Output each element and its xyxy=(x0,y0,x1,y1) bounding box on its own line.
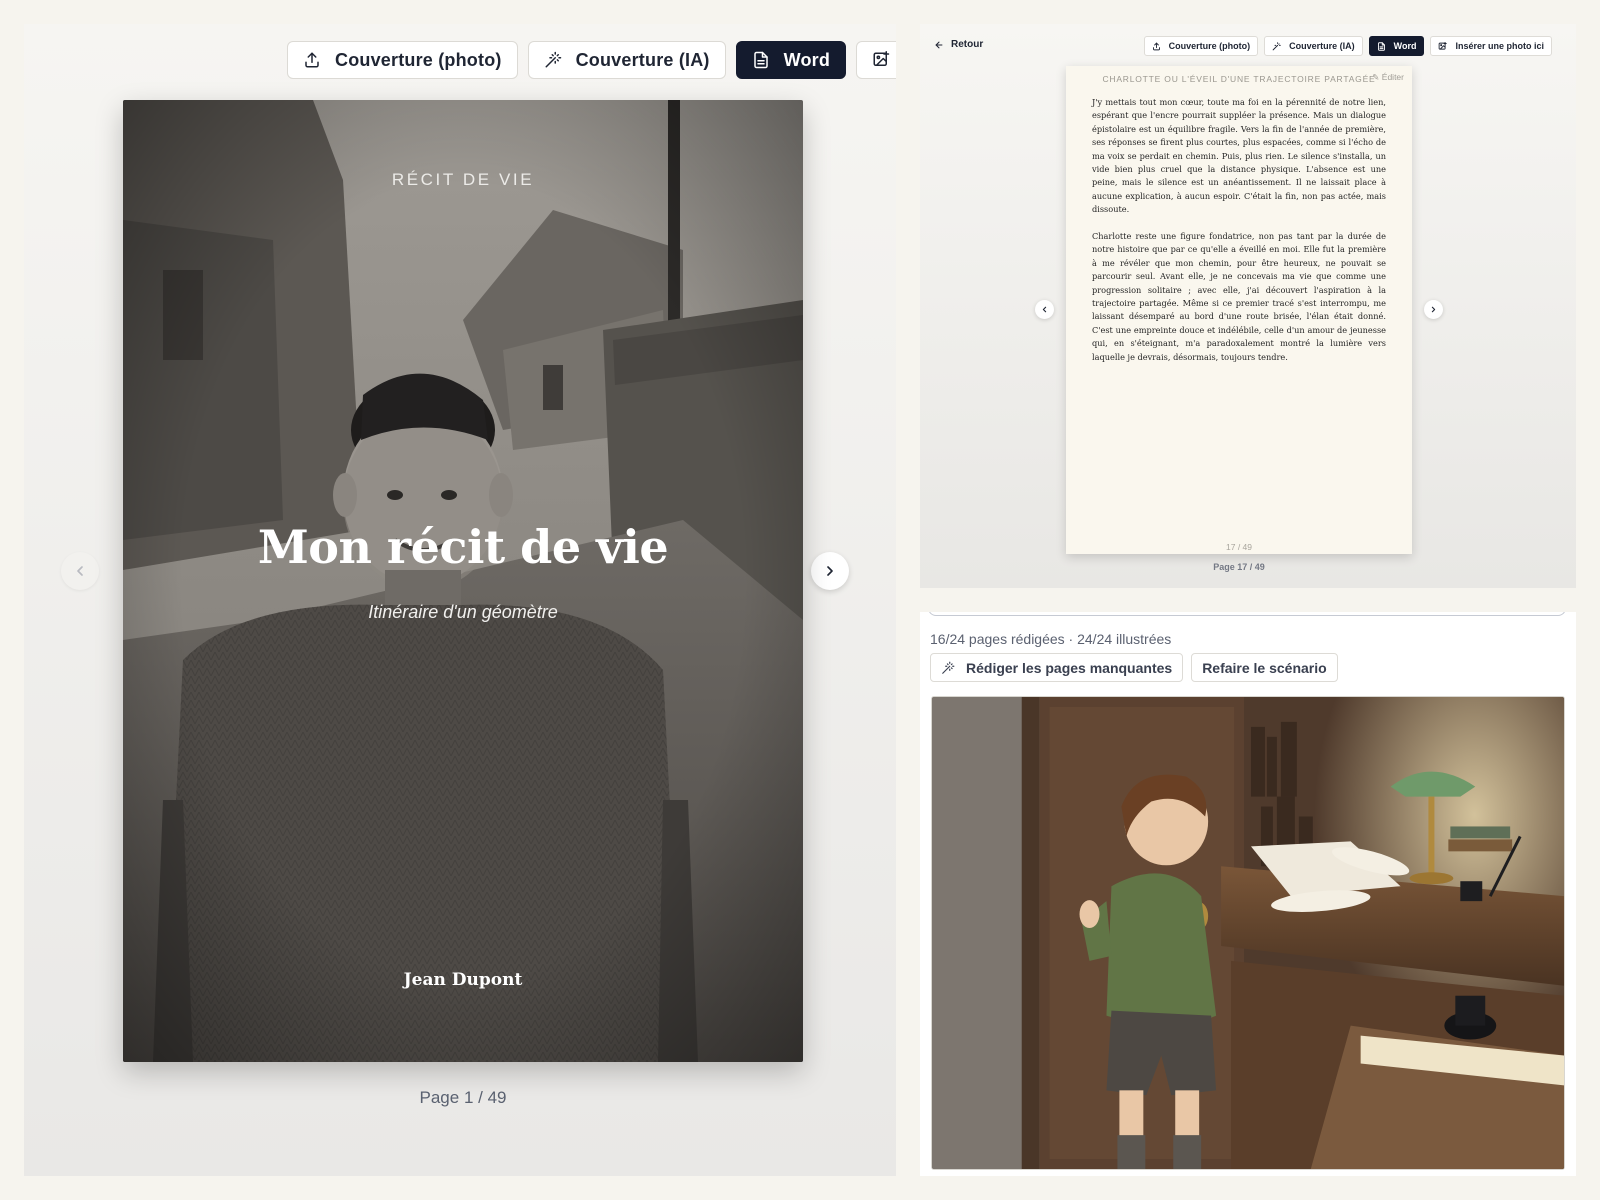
page-folio: 17 / 49 xyxy=(1226,542,1252,552)
reader-cover-ai-label: Couverture (IA) xyxy=(1289,41,1355,51)
upload-icon xyxy=(305,52,319,68)
reader-cover-photo-button[interactable]: Couverture (photo) xyxy=(1143,36,1259,56)
previous-page-button[interactable] xyxy=(61,552,99,590)
cover-kicker: RÉCIT DE VIE xyxy=(391,170,535,189)
cover-ai-label: Couverture (IA) xyxy=(575,49,710,70)
cover-editor-panel: Couverture (photo) Couverture (IA) Word … xyxy=(24,24,896,1176)
book-page: CHARLOTTE OU L'ÉVEIL D'UNE TRAJECTOIRE P… xyxy=(1066,66,1412,554)
image-plus-icon xyxy=(873,51,890,66)
cover-title: Mon récit de vie xyxy=(257,520,669,574)
magic-wand-icon xyxy=(942,661,955,674)
book-reader-panel: Retour Couverture (photo) Couverture (IA… xyxy=(920,24,1576,588)
progress-summary: 16/24 pages rédigées · 24/24 illustrées xyxy=(930,631,1172,647)
redo-scenario-label: Refaire le scénario xyxy=(1202,659,1327,676)
chapter-running-head: CHARLOTTE OU L'ÉVEIL D'UNE TRAJECTOIRE P… xyxy=(1102,74,1376,84)
redo-scenario-button[interactable]: Refaire le scénario xyxy=(1191,653,1338,682)
illustration-image xyxy=(932,697,1564,1169)
reader-word-label: Word xyxy=(1393,41,1417,51)
chevron-right-icon xyxy=(827,566,833,576)
reader-cover-ai-button[interactable]: Couverture (IA) xyxy=(1264,36,1363,56)
pencil-icon: ✎ xyxy=(1372,72,1380,82)
image-plus-icon xyxy=(1439,41,1448,50)
write-missing-pages-button[interactable]: Rédiger les pages manquantes xyxy=(930,653,1184,682)
next-page-button[interactable] xyxy=(811,552,849,590)
book-cover: RÉCIT DE VIE Mon récit de vie Itinéraire… xyxy=(123,100,803,1062)
edit-label: Éditer xyxy=(1381,72,1404,82)
reader-insert-photo-label: Insérer une photo ici xyxy=(1455,41,1544,51)
page-text: J'y mettais tout mon cœur, toute ma foi … xyxy=(1092,96,1386,378)
reader-cover-photo-label: Couverture (photo) xyxy=(1168,41,1251,51)
write-missing-pages-label: Rédiger les pages manquantes xyxy=(966,659,1173,676)
scenario-panel: 16/24 pages rédigées · 24/24 illustrées … xyxy=(920,612,1576,1176)
cover-photo xyxy=(123,100,803,1062)
chevron-right-icon xyxy=(1431,306,1436,313)
chevron-left-icon xyxy=(1042,306,1047,313)
word-export-button[interactable]: Word xyxy=(735,41,847,79)
cover-ai-button[interactable]: Couverture (IA) xyxy=(527,41,726,79)
magic-wand-icon xyxy=(545,51,561,68)
edit-page-link[interactable]: ✎ Éditer xyxy=(1372,72,1404,83)
cover-photo-label: Couverture (photo) xyxy=(335,49,502,70)
reader-toolbar: Couverture (photo) Couverture (IA) Word … xyxy=(1143,36,1552,56)
paragraph: Charlotte reste une figure fondatrice, n… xyxy=(1092,231,1386,362)
collapsed-card-edge xyxy=(928,612,1566,616)
chevron-left-icon xyxy=(77,566,83,576)
editor-page-indicator: Page 1 / 49 xyxy=(419,1088,507,1107)
reader-page-indicator: Page 17 / 49 xyxy=(1213,562,1265,572)
magic-wand-icon xyxy=(1272,41,1281,50)
upload-icon xyxy=(1152,42,1160,50)
cover-author: Jean Dupont xyxy=(403,970,523,990)
back-link[interactable]: Retour xyxy=(934,39,983,50)
scenario-actions: Rédiger les pages manquantes Refaire le … xyxy=(930,653,1338,682)
document-icon xyxy=(1377,41,1385,51)
back-label: Retour xyxy=(951,39,984,50)
editor-toolbar: Couverture (photo) Couverture (IA) Word … xyxy=(287,41,896,79)
page-illustration xyxy=(931,696,1565,1170)
reader-next-page-button[interactable] xyxy=(1424,300,1443,319)
document-icon xyxy=(753,51,768,69)
insert-photo-button[interactable]: In xyxy=(856,41,896,79)
arrow-left-icon xyxy=(935,41,943,48)
cover-subtitle: Itinéraire d'un géomètre xyxy=(368,602,558,622)
reader-insert-photo-button[interactable]: Insérer une photo ici xyxy=(1430,36,1552,56)
reader-previous-page-button[interactable] xyxy=(1035,300,1054,319)
paragraph: J'y mettais tout mon cœur, toute ma foi … xyxy=(1092,97,1386,215)
cover-photo-button[interactable]: Couverture (photo) xyxy=(287,41,518,79)
word-export-label: Word xyxy=(783,49,831,70)
reader-word-button[interactable]: Word xyxy=(1368,36,1425,56)
